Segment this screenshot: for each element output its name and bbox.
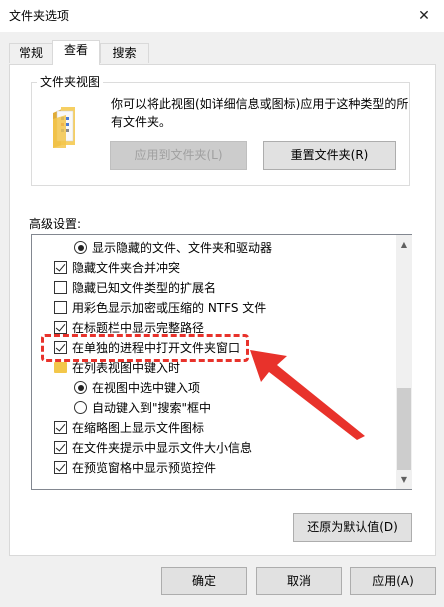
radio-select-typed-item[interactable] xyxy=(74,381,87,394)
list-item[interactable]: 用彩色显示加密或压缩的 NTFS 文件 xyxy=(32,298,396,318)
window-title: 文件夹选项 xyxy=(9,9,70,23)
tab-search[interactable]: 搜索 xyxy=(100,43,149,63)
radio-type-into-search[interactable] xyxy=(74,401,87,414)
list-item-label: 显示隐藏的文件、文件夹和驱动器 xyxy=(92,241,273,255)
list-item[interactable]: 隐藏已知文件类型的扩展名 xyxy=(32,278,396,298)
checkbox-full-path-title[interactable] xyxy=(54,321,67,334)
cancel-button[interactable]: 取消 xyxy=(256,567,342,595)
checkbox-thumbnail-icons[interactable] xyxy=(54,421,67,434)
tab-view[interactable]: 查看 xyxy=(52,40,100,65)
checkbox-preview-handlers[interactable] xyxy=(54,461,67,474)
reset-folders-button[interactable]: 重置文件夹(R) xyxy=(263,141,396,170)
list-item-label: 在视图中选中键入项 xyxy=(92,381,201,395)
folder-views-description-line2: 有文件夹。 xyxy=(111,115,172,129)
checkbox-color-ntfs[interactable] xyxy=(54,301,67,314)
apply-button[interactable]: 应用(A) xyxy=(350,567,436,595)
list-item[interactable]: 隐藏文件夹合并冲突 xyxy=(32,258,396,278)
red-arrow-icon xyxy=(250,350,365,440)
folder-views-description-line1: 你可以将此视图(如详细信息或图标)应用于这种类型的所 xyxy=(111,97,409,111)
list-item[interactable]: 在文件夹提示中显示文件大小信息 xyxy=(32,438,396,458)
highlight-box xyxy=(41,334,249,362)
list-item[interactable]: 在预览窗格中显示预览控件 xyxy=(32,458,396,478)
list-item[interactable]: 显示隐藏的文件、文件夹和驱动器 xyxy=(32,238,396,258)
list-item-label: 自动键入到"搜索"框中 xyxy=(92,401,212,415)
advanced-settings-label: 高级设置: xyxy=(29,217,82,231)
list-item-label: 在缩略图上显示文件图标 xyxy=(72,421,205,435)
tab-general[interactable]: 常规 xyxy=(9,43,53,63)
scroll-down-icon[interactable]: ▼ xyxy=(396,471,412,488)
list-item-label: 在预览窗格中显示预览控件 xyxy=(72,461,217,475)
restore-defaults-button[interactable]: 还原为默认值(D) xyxy=(293,513,412,542)
folder-icon xyxy=(54,362,67,373)
checkbox-hide-merge-conflicts[interactable] xyxy=(54,261,67,274)
folder-view-icon xyxy=(53,107,75,148)
radio-show-hidden[interactable] xyxy=(74,241,87,254)
checkbox-hide-extensions[interactable] xyxy=(54,281,67,294)
apply-to-folders-button[interactable]: 应用到文件夹(L) xyxy=(110,141,247,170)
close-icon[interactable]: ✕ xyxy=(404,0,444,32)
folder-views-title: 文件夹视图 xyxy=(37,75,104,89)
ok-button[interactable]: 确定 xyxy=(161,567,247,595)
scroll-up-icon[interactable]: ▲ xyxy=(396,236,412,253)
list-item-label: 隐藏已知文件类型的扩展名 xyxy=(72,281,217,295)
scroll-thumb[interactable] xyxy=(397,388,411,470)
list-item-label: 用彩色显示加密或压缩的 NTFS 文件 xyxy=(72,301,267,315)
list-item-label: 隐藏文件夹合并冲突 xyxy=(72,261,181,275)
checkbox-file-size-tips[interactable] xyxy=(54,441,67,454)
list-item-label: 在文件夹提示中显示文件大小信息 xyxy=(72,441,253,455)
